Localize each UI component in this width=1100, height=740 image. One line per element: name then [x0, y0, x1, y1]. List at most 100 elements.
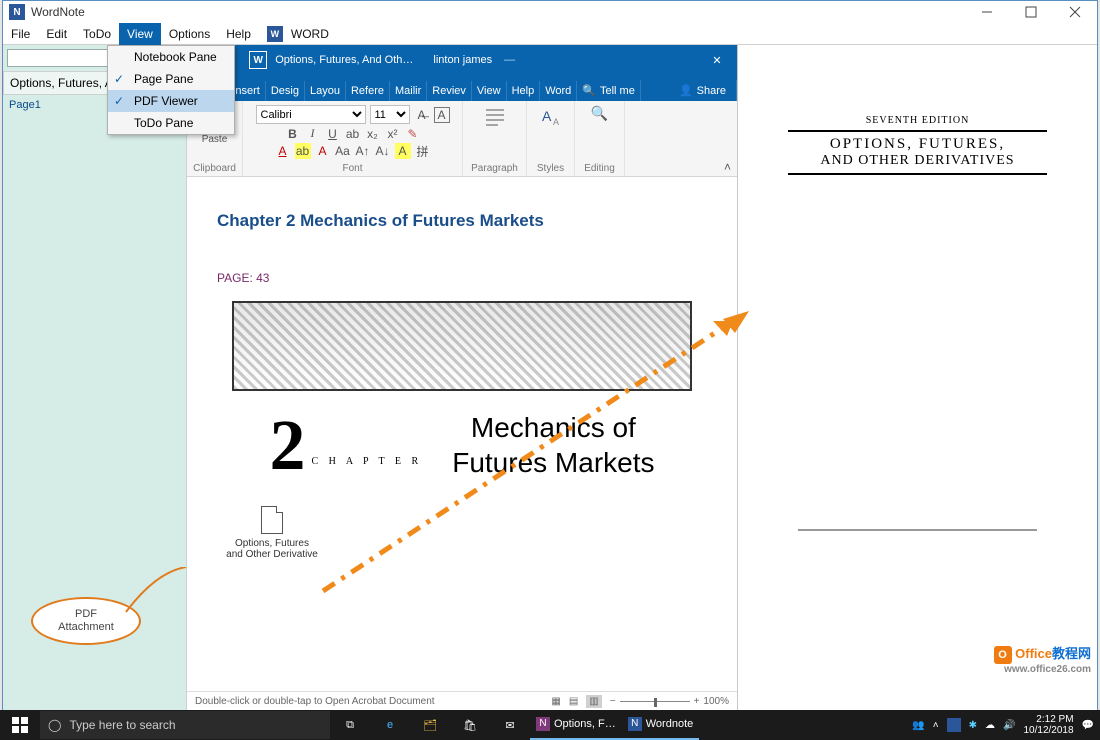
font-size-select[interactable]: 11 — [370, 105, 410, 124]
edge-icon[interactable]: e — [370, 710, 410, 740]
notifications-icon[interactable]: 💬 — [1082, 720, 1094, 731]
chapter-world-map-image — [232, 301, 692, 391]
people-icon[interactable]: 👥 — [912, 720, 924, 731]
file-explorer-icon[interactable]: 🗂 — [410, 710, 450, 740]
view-menu-page-pane[interactable]: ✓Page Pane — [108, 68, 234, 90]
pdf-edition: SEVENTH EDITION — [758, 115, 1077, 126]
view-menu-todo-pane[interactable]: ToDo Pane — [108, 112, 234, 134]
underline-button[interactable]: U — [325, 126, 341, 142]
start-button[interactable] — [0, 710, 40, 740]
mail-icon[interactable]: ✉ — [490, 710, 530, 740]
tray-chevron-icon[interactable]: ˄ — [933, 720, 939, 731]
chapter-title: Mechanics ofFutures Markets — [452, 411, 654, 480]
file-icon — [261, 506, 283, 534]
watermark-logo-icon: O — [994, 646, 1012, 664]
text-effects-icon[interactable]: ✎ — [405, 126, 421, 142]
find-icon[interactable]: 🔍 — [591, 105, 608, 122]
tray-cloud-icon[interactable]: ☁ — [985, 720, 995, 731]
menu-edit[interactable]: Edit — [38, 23, 75, 45]
grow-font-button[interactable]: A↑ — [355, 143, 371, 159]
menu-view[interactable]: View — [119, 23, 161, 45]
web-layout-icon[interactable]: ▥ — [586, 695, 601, 708]
menu-word[interactable]: WORD — [283, 23, 337, 45]
menu-options[interactable]: Options — [161, 23, 218, 45]
system-tray[interactable]: 👥 ˄ ✱ ☁ 🔊 2:12 PM10/12/2018 💬 — [912, 714, 1100, 736]
pdf-viewer-pane[interactable]: SEVENTH EDITION OPTIONS, FUTURES, AND OT… — [737, 45, 1097, 711]
watermark: O Office教程网 www.office26.com — [994, 643, 1091, 675]
word-embedded-window: ⟳ — W Options, Futures, And Oth… linton … — [187, 45, 737, 711]
taskbar-app-wordnote[interactable]: NWordnote — [622, 710, 700, 740]
zoom-out-button[interactable]: − — [610, 696, 616, 707]
ribbon-tab-references[interactable]: Refere — [346, 81, 390, 101]
ribbon-tell-me[interactable]: 🔍Tell me — [577, 80, 641, 101]
subscript-button[interactable]: x₂ — [365, 126, 381, 142]
tray-volume-icon[interactable]: 🔊 — [1003, 720, 1015, 731]
superscript-button[interactable]: x² — [385, 126, 401, 142]
ribbon-tab-help[interactable]: Help — [507, 81, 541, 101]
ribbon: Paste Clipboard Calibri 11 A̶ A B I U — [187, 101, 737, 177]
view-menu-pdf-viewer[interactable]: ✓PDF Viewer — [108, 90, 234, 112]
pdf-rule-top — [788, 130, 1047, 132]
phonetic-button[interactable]: 拼 — [415, 143, 431, 159]
menu-file[interactable]: File — [3, 23, 38, 45]
shading-button[interactable]: A — [315, 143, 331, 159]
clear-format-icon[interactable]: A̶ — [414, 107, 430, 123]
ribbon-share[interactable]: 👤Share — [674, 80, 737, 101]
ribbon-tab-word[interactable]: Word — [540, 81, 577, 101]
zoom-in-button[interactable]: + — [694, 696, 700, 707]
italic-button[interactable]: I — [305, 126, 321, 142]
change-case-button[interactable]: Aa — [335, 143, 351, 159]
char-shading-button[interactable]: A — [395, 143, 411, 159]
view-menu-dropdown: Notebook Pane ✓Page Pane ✓PDF Viewer ToD… — [107, 45, 235, 135]
strike-button[interactable]: ab — [345, 126, 361, 142]
group-label-font: Font — [342, 163, 362, 174]
ribbon-tab-layout[interactable]: Layou — [305, 81, 346, 101]
menu-todo[interactable]: ToDo — [75, 23, 119, 45]
word-user-name[interactable]: linton james — [433, 54, 492, 66]
close-button[interactable] — [1053, 1, 1097, 23]
font-color-button[interactable]: A — [275, 143, 291, 159]
view-menu-notebook-pane[interactable]: Notebook Pane — [108, 46, 234, 68]
zoom-level[interactable]: 100% — [703, 696, 729, 707]
taskbar-app-onenote[interactable]: NOptions, F… — [530, 710, 622, 740]
pdf-rule-bottom — [798, 529, 1037, 531]
highlight-button[interactable]: ab — [295, 143, 311, 159]
check-icon: ✓ — [114, 72, 124, 86]
annotation-callout: PDFAttachment — [31, 597, 171, 661]
word-document-area[interactable]: Chapter 2 Mechanics of Futures Markets P… — [187, 177, 737, 691]
bold-button[interactable]: B — [285, 126, 301, 142]
minimize-button[interactable] — [965, 1, 1009, 23]
shrink-font-button[interactable]: A↓ — [375, 143, 391, 159]
ribbon-tab-design[interactable]: Desig — [266, 81, 305, 101]
word-app-icon[interactable]: W — [267, 26, 283, 42]
char-border-icon[interactable]: A — [434, 107, 450, 123]
maximize-button[interactable] — [1009, 1, 1053, 23]
check-icon: ✓ — [114, 94, 124, 108]
word-close-button[interactable]: ✕ — [697, 45, 737, 75]
tray-star-icon[interactable]: ✱ — [969, 720, 977, 731]
share-icon: 👤 — [679, 84, 693, 97]
store-icon[interactable]: 🛍 — [450, 710, 490, 740]
taskbar-search[interactable]: ◯ Type here to search — [40, 711, 330, 739]
ribbon-tabs: Home Insert Desig Layou Refere Mailir Re… — [187, 75, 737, 101]
font-name-select[interactable]: Calibri — [256, 105, 366, 124]
ribbon-tab-review[interactable]: Reviev — [427, 81, 472, 101]
taskbar: ◯ Type here to search ⧉ e 🗂 🛍 ✉ NOptions… — [0, 710, 1100, 740]
paragraph-icon[interactable] — [483, 105, 507, 129]
print-layout-icon[interactable]: ▤ — [569, 696, 578, 707]
taskbar-clock[interactable]: 2:12 PM10/12/2018 — [1023, 714, 1073, 736]
tray-app-icon[interactable] — [947, 718, 961, 732]
ribbon-tab-mailings[interactable]: Mailir — [390, 81, 427, 101]
chapter-number: 2 — [269, 424, 305, 467]
styles-icon[interactable]: AA — [539, 105, 563, 129]
pdf-attachment-object[interactable]: Options, Futures and Other Derivative — [217, 506, 327, 560]
doc-heading: Chapter 2 Mechanics of Futures Markets — [217, 211, 707, 231]
read-mode-icon[interactable]: ▦ — [551, 696, 560, 707]
collapse-ribbon-icon[interactable]: ˄ — [724, 160, 731, 174]
status-text: Double-click or double-tap to Open Acrob… — [195, 696, 435, 707]
task-view-button[interactable]: ⧉ — [330, 710, 370, 740]
ribbon-tab-view[interactable]: View — [472, 81, 507, 101]
pdf-rule-top2 — [788, 173, 1047, 175]
pdf-title-2: AND OTHER DERIVATIVES — [758, 153, 1077, 169]
menu-help[interactable]: Help — [218, 23, 259, 45]
